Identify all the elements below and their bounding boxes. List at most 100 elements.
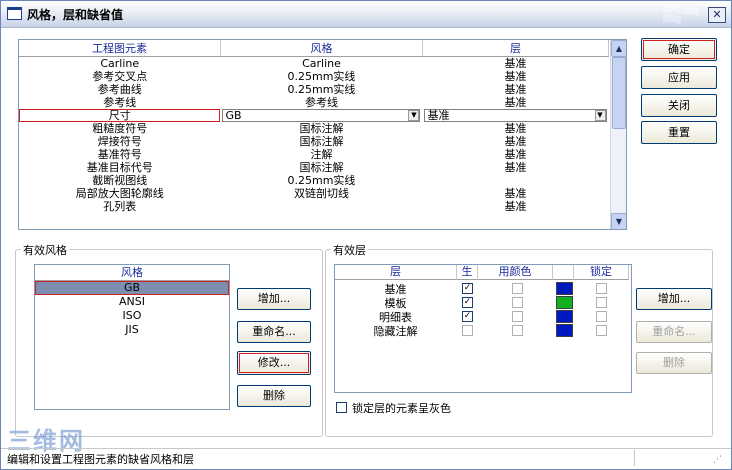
scroll-down-icon[interactable]: ▼ [611,213,626,229]
layer-use-color-checkbox[interactable] [512,297,523,308]
layers-group-label: 有效层 [331,242,368,258]
grid-row[interactable]: Carline Carline 基准 [19,57,609,71]
grid-cell-selected[interactable]: 尺寸 [19,109,221,122]
style-combo-cell[interactable]: GB ▼ [220,109,422,122]
grid-cell: 参考线 [103,96,137,109]
grid-row[interactable]: 基准目标代号 国标注解 基准 [19,161,609,174]
close-button[interactable]: 关闭 [641,94,717,117]
title-bar: 风格，层和缺省值 ✕ [1,1,731,28]
layer-color-swatch[interactable] [556,324,573,337]
grid-cell: 基准目标代号 [86,161,153,174]
grid-cell: 0.25mm实线 [287,83,356,96]
grid-header-layer[interactable]: 层 [422,40,610,57]
layer-visible-checkbox[interactable]: ✓ [462,297,473,308]
layer-locked-checkbox[interactable] [596,283,607,294]
grid-row[interactable]: 孔列表 基准 [19,200,609,213]
status-bar: 编辑和设置工程图元素的缺省风格和层 ⋰ [1,448,731,469]
style-combo[interactable]: GB ▼ [222,109,421,122]
delete-layer-button[interactable]: 删除 [636,352,712,374]
dropdown-arrow-icon[interactable]: ▼ [408,110,420,121]
gray-locked-label[interactable]: 锁定层的元素呈灰色 [352,400,451,416]
gray-locked-checkbox[interactable] [336,402,347,413]
layers-table[interactable]: 层 生 用颜色 锁定 基准 ✓ 模板 ✓ 明细表 ✓ 隐藏注解 [334,264,632,393]
windows-logo-icon [663,4,699,25]
scroll-thumb[interactable] [612,57,626,129]
scroll-up-icon[interactable]: ▲ [611,40,626,57]
layer-combo-cell[interactable]: 基准 ▼ [422,109,608,122]
grid-cell: Carline [302,57,341,70]
grid-cell: 基准 [504,135,527,148]
ok-button[interactable]: 确定 [641,38,717,61]
grid-cell: 局部放大图轮廓线 [75,187,164,200]
grid-cell: 国标注解 [299,161,344,174]
grid-header-element[interactable]: 工程图元素 [19,40,221,57]
grid-cell: 0.25mm实线 [287,174,356,187]
grid-row[interactable]: 参考线 参考线 基准 [19,96,609,109]
grid-cell: 基准 [504,161,527,174]
styles-list[interactable]: 风格 GB ANSI ISO JIS [34,264,230,410]
layer-combo-value: 基准 [427,109,450,122]
rename-layer-button[interactable]: 重命名... [636,321,712,343]
delete-style-button[interactable]: 删除 [237,385,311,407]
layer-color-swatch[interactable] [556,282,573,295]
layer-locked-checkbox[interactable] [596,325,607,336]
grid-row[interactable]: 参考交叉点 0.25mm实线 基准 [19,70,609,83]
grid-row-selected[interactable]: 尺寸 GB ▼ 基准 ▼ [19,109,609,122]
layer-color-swatch[interactable] [556,310,573,323]
layer-use-color-checkbox[interactable] [512,283,523,294]
grid-cell: 基准 [504,57,527,70]
layers-header-visible[interactable]: 生 [457,265,478,280]
element-grid[interactable]: 工程图元素 风格 层 Carline Carline 基准 参考交叉点 0.25mm实… [18,39,627,230]
style-item-selected[interactable]: GB [35,281,229,295]
layers-header-name[interactable]: 层 [335,265,457,280]
rename-style-button[interactable]: 重命名... [237,321,311,343]
grid-cell: 注解 [310,148,333,161]
grid-cell: 基准 [504,148,527,161]
layer-visible-checkbox[interactable]: ✓ [462,283,473,294]
add-style-button[interactable]: 增加... [237,288,311,310]
grid-row[interactable]: 局部放大图轮廓线 双链剖切线 基准 [19,187,609,200]
grid-cell: 基准 [504,122,527,135]
grid-row[interactable]: 基准符号 注解 基准 [19,148,609,161]
apply-button[interactable]: 应用 [641,66,717,89]
grid-row[interactable]: 焊接符号 国标注解 基准 [19,135,609,148]
grid-cell: 参考线 [304,96,338,109]
layer-use-color-checkbox[interactable] [512,325,523,336]
grid-cell: 基准 [504,187,527,200]
grid-row[interactable]: 截断视图线 0.25mm实线 [19,174,609,187]
grid-row[interactable]: 参考曲线 0.25mm实线 基准 [19,83,609,96]
layer-locked-checkbox[interactable] [596,297,607,308]
style-item[interactable]: ANSI [35,295,229,309]
grid-scrollbar[interactable]: ▲ ▼ [610,40,626,229]
grid-row[interactable]: 粗糙度符号 国标注解 基准 [19,122,609,135]
resize-grip-icon[interactable]: ⋰ [713,455,722,465]
style-item[interactable]: ISO [35,309,229,323]
layer-visible-checkbox[interactable] [462,325,473,336]
dropdown-arrow-icon[interactable]: ▼ [594,110,606,121]
layer-combo[interactable]: 基准 ▼ [424,109,607,122]
layer-color-swatch[interactable] [556,296,573,309]
add-layer-button[interactable]: 增加... [636,288,712,310]
close-icon[interactable]: ✕ [708,7,726,23]
grid-cell: 国标注解 [299,122,344,135]
grid-cell: 0.25mm实线 [287,70,356,83]
dialog-window: 风格，层和缺省值 ✕ 工程图元素 风格 层 Carline Carline 基准 参… [0,0,732,470]
layer-use-color-checkbox[interactable] [512,311,523,322]
layer-locked-checkbox[interactable] [596,311,607,322]
grid-cell [422,174,608,187]
layers-header-color[interactable] [553,265,574,280]
layer-name[interactable]: 隐藏注解 [335,323,456,339]
layer-visible-checkbox[interactable]: ✓ [462,311,473,322]
grid-header-style[interactable]: 风格 [220,40,423,57]
grid-cell: Carline [100,57,140,70]
grid-cell: 基准 [504,83,527,96]
layers-header-locked[interactable]: 锁定 [574,265,629,280]
reset-button[interactable]: 重置 [641,121,717,144]
grid-cell: 国标注解 [299,135,344,148]
modify-style-button[interactable]: 修改... [237,351,311,375]
grid-cell: 焊接符号 [97,135,142,148]
style-item[interactable]: JIS [35,323,229,337]
styles-list-header: 风格 [35,265,229,281]
layers-header-use-color[interactable]: 用颜色 [478,265,553,280]
grid-cell: 基准 [504,96,527,109]
